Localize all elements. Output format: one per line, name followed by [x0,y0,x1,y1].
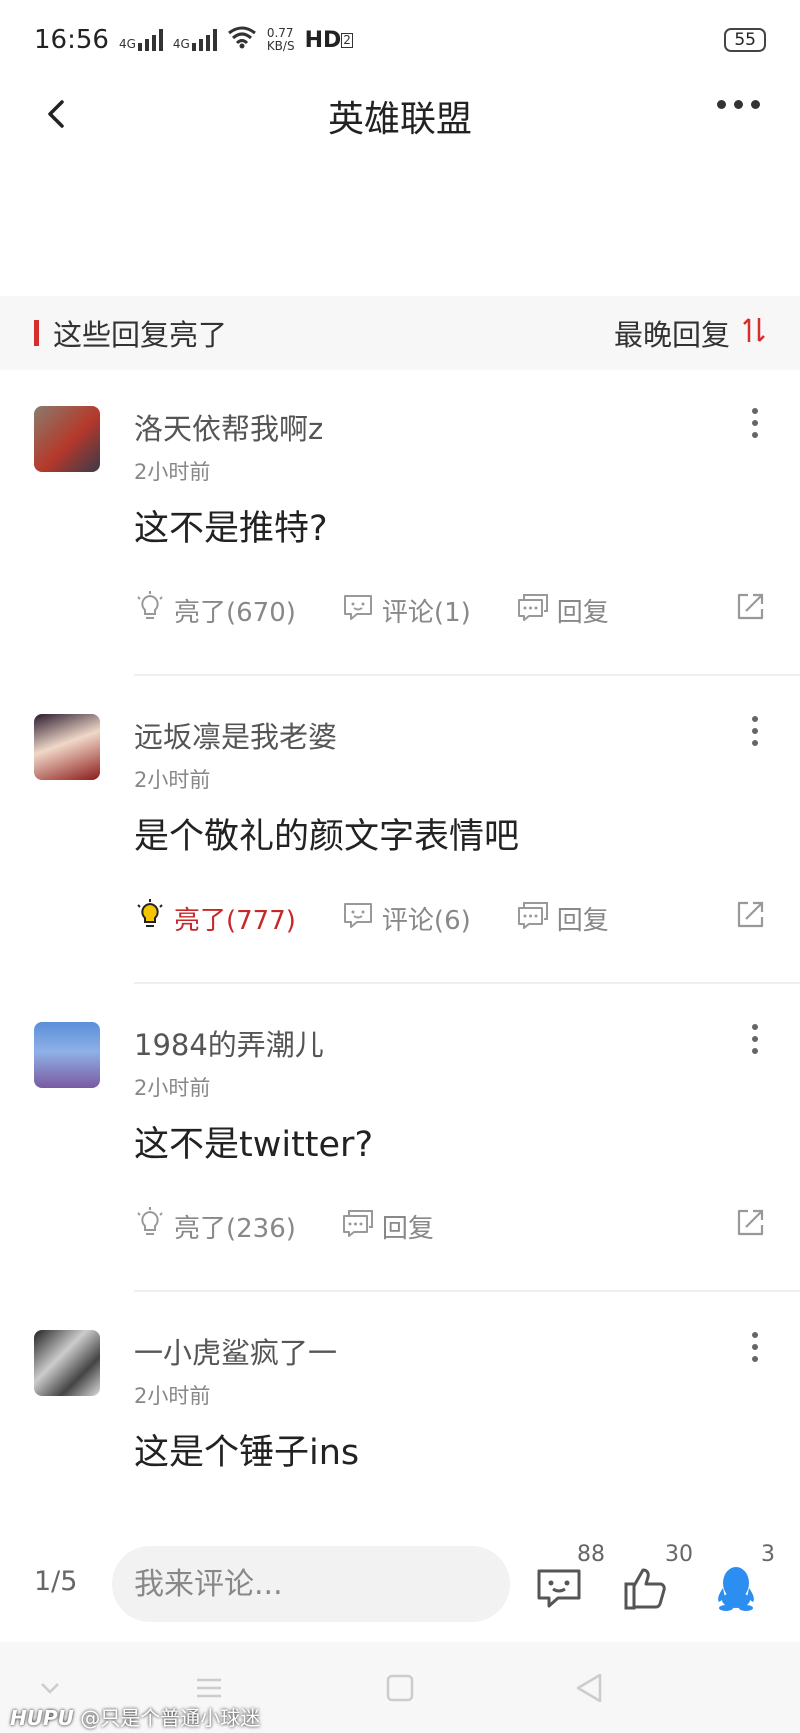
back-triangle-icon[interactable] [574,1672,606,1704]
comment-time: 2小时前 [134,1384,211,1408]
section-title: 这些回复亮了 [53,318,228,352]
watermark: HUPU @只是个普通小球迷 [10,1702,260,1731]
reply-label: 回复 [556,597,609,628]
qq-share-icon[interactable] [712,1564,760,1612]
signal-icon-1: 4G [119,29,163,51]
share-button[interactable] [734,899,766,938]
signal-icon-2: 4G [173,29,217,51]
comment-content: 这不是推特? [134,509,328,549]
network-speed: 0.77 KB/S [266,26,295,53]
comment-time: 2小时前 [134,768,211,792]
comment-item: 1984的弄潮儿 2小时前 这不是twitter? 亮了(236) 回复 [0,986,800,1294]
share-button[interactable] [734,591,766,630]
avatar[interactable] [34,1330,100,1396]
avatar[interactable] [34,1022,100,1088]
hd-indicator: HD 2 [304,27,353,53]
page-title: 英雄联盟 [327,99,472,140]
comment-more-icon[interactable] [752,716,758,746]
comment-content: 是个敬礼的颜文字表情吧 [134,817,520,857]
comment-label: 评论(1) [381,597,471,628]
section-title-group: 这些回复亮了 [34,312,227,354]
wifi-icon [227,25,257,55]
light-up-button[interactable]: 亮了(236) [134,1206,296,1246]
comment-item: 洛天依帮我啊z 2小时前 这不是推特? 亮了(670) 评论(1) 回复 [0,370,800,678]
comment-actions: 亮了(236) 回复 [134,1204,766,1248]
light-up-label: 亮了(777) [174,905,296,936]
menu-icon[interactable] [193,1672,225,1704]
comment-bubble-icon [342,899,374,938]
comment-count: 88 [577,1542,605,1567]
share-icon [734,1207,766,1246]
share-icon [734,899,766,938]
reply-bubble-icon [342,1207,374,1246]
light-up-label: 亮了(670) [174,597,296,628]
thumbs-up-icon[interactable] [622,1564,670,1612]
reply-bubble-icon [517,899,549,938]
sort-arrows-icon [742,316,766,351]
comment-actions: 亮了(670) 评论(1) 回复 [134,588,766,632]
watermark-user: @只是个普通小球迷 [80,1706,261,1730]
lightbulb-icon [134,1206,166,1246]
avatar[interactable] [34,714,100,780]
sort-label: 最晚回复 [613,318,730,352]
more-options-icon[interactable] [717,100,760,109]
comment-time: 2小时前 [134,1076,211,1100]
page-indicator[interactable]: 1/5 [34,1566,77,1597]
comment-item: 一小虎鲨疯了一 2小时前 这是个锤子ins [0,1294,800,1530]
reply-bubble-icon [517,591,549,630]
sort-button[interactable]: 最晚回复 [614,312,766,354]
status-bar: 16:56 4G 4G 0.77 KB/S HD 2 55 [0,0,800,80]
avatar[interactable] [34,406,100,472]
comment-button[interactable]: 评论(1) [342,591,471,630]
divider [134,1290,800,1292]
like-count: 30 [665,1542,693,1567]
watermark-brand: HUPU [10,1706,74,1730]
divider [134,674,800,676]
status-left: 16:56 4G 4G 0.77 KB/S HD 2 [34,25,353,55]
comment-username[interactable]: 远坂凛是我老婆 [134,714,337,756]
reply-button[interactable]: 回复 [517,591,609,630]
comments-icon[interactable] [535,1564,583,1612]
reply-label: 回复 [381,1213,434,1244]
highlighted-replies-header: 这些回复亮了 最晚回复 [0,296,800,370]
share-count: 3 [761,1542,775,1567]
home-square-icon[interactable] [384,1672,416,1704]
comment-username[interactable]: 洛天依帮我啊z [134,406,323,448]
status-time: 16:56 [34,25,109,55]
back-icon[interactable] [42,99,72,129]
comment-content: 这是个锤子ins [134,1433,360,1473]
top-bar: 英雄联盟 [0,80,800,152]
lightbulb-lit-icon [134,898,166,938]
light-up-button[interactable]: 亮了(777) [134,898,296,938]
section-accent-bar [34,320,39,346]
chevron-down-icon[interactable] [34,1672,66,1704]
comment-username[interactable]: 一小虎鲨疯了一 [134,1330,337,1372]
share-icon [734,591,766,630]
comment-more-icon[interactable] [752,1024,758,1054]
bottom-comment-bar: 1/5 88 30 3 [0,1530,800,1642]
share-button[interactable] [734,1207,766,1246]
light-up-button[interactable]: 亮了(670) [134,590,296,630]
comment-username[interactable]: 1984的弄潮儿 [134,1022,324,1064]
reply-button[interactable]: 回复 [342,1207,434,1246]
divider [134,982,800,984]
comment-item: 远坂凛是我老婆 2小时前 是个敬礼的颜文字表情吧 亮了(777) 评论(6) 回… [0,678,800,986]
comment-actions: 亮了(777) 评论(6) 回复 [134,896,766,940]
battery-icon: 55 [724,28,766,52]
reply-label: 回复 [556,905,609,936]
comment-more-icon[interactable] [752,408,758,438]
comment-time: 2小时前 [134,460,211,484]
comment-more-icon[interactable] [752,1332,758,1362]
lightbulb-icon [134,590,166,630]
comment-bubble-icon [342,591,374,630]
light-up-label: 亮了(236) [174,1213,296,1244]
comment-label: 评论(6) [381,905,471,936]
comment-button[interactable]: 评论(6) [342,899,471,938]
comment-content: 这不是twitter? [134,1125,374,1165]
reply-button[interactable]: 回复 [517,899,609,938]
comment-input[interactable] [112,1546,510,1622]
